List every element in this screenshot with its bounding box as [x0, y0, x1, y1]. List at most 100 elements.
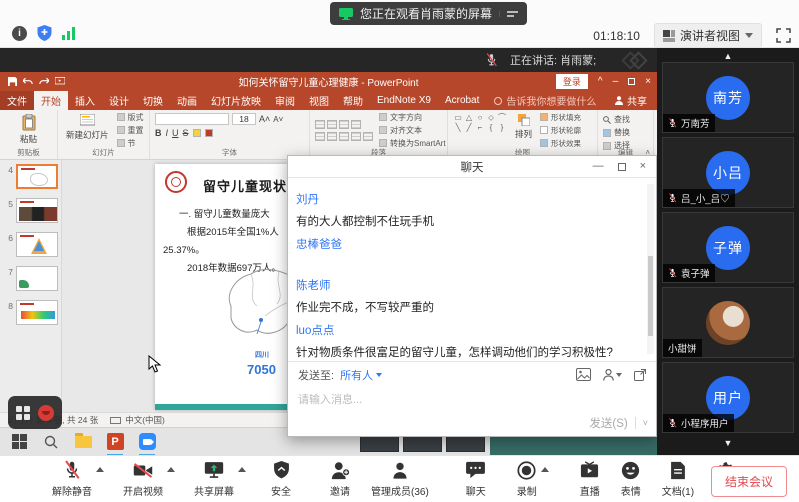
- emoji-button[interactable]: 表情: [621, 460, 641, 498]
- participant-tile[interactable]: 用户 小程序用户: [662, 362, 794, 433]
- chat-button[interactable]: 聊天: [466, 460, 486, 498]
- tab-insert[interactable]: 插入: [68, 91, 102, 110]
- bullets-icon[interactable]: [315, 120, 325, 129]
- send-button[interactable]: 发送(S): [589, 415, 627, 431]
- highlight-color-icon[interactable]: [193, 129, 201, 137]
- italic-button[interactable]: I: [166, 128, 169, 138]
- end-meeting-button[interactable]: 结束会议: [711, 466, 787, 497]
- grow-font-button[interactable]: A˄: [259, 114, 270, 124]
- undo-icon[interactable]: [23, 77, 33, 86]
- indent-increase-icon[interactable]: [351, 120, 361, 129]
- participant-tile[interactable]: 南芳 万南芳: [662, 62, 794, 133]
- taskbar-search-button[interactable]: [42, 433, 60, 451]
- network-signal-icon[interactable]: [62, 27, 75, 40]
- tab-acrobat[interactable]: Acrobat: [438, 91, 486, 110]
- slide-thumbnail[interactable]: 5: [4, 198, 61, 223]
- justify-icon[interactable]: [351, 132, 361, 141]
- replace-button[interactable]: 替换: [603, 127, 648, 138]
- bold-button[interactable]: B: [155, 128, 162, 138]
- close-icon[interactable]: ×: [645, 77, 651, 87]
- align-right-icon[interactable]: [339, 132, 349, 141]
- columns-icon[interactable]: [363, 132, 373, 141]
- restore-icon[interactable]: [628, 78, 635, 85]
- floating-mini-toolbar[interactable]: [8, 396, 62, 429]
- start-video-button[interactable]: 开启视频: [123, 460, 163, 498]
- chat-close-icon[interactable]: ×: [640, 161, 646, 172]
- align-text-button[interactable]: 对齐文本: [379, 125, 446, 136]
- view-mode-selector[interactable]: 演讲者视图: [654, 23, 762, 48]
- language-indicator[interactable]: 中文(中国): [110, 414, 165, 426]
- fullscreen-icon[interactable]: [776, 28, 791, 43]
- save-icon[interactable]: [8, 77, 17, 86]
- send-image-icon[interactable]: [576, 368, 591, 381]
- chat-minimize-icon[interactable]: —: [593, 161, 604, 172]
- tab-file[interactable]: 文件: [0, 91, 34, 110]
- chat-input-area[interactable]: [288, 387, 656, 415]
- align-left-icon[interactable]: [315, 132, 325, 141]
- send-options-icon[interactable]: ˅: [643, 418, 648, 428]
- participant-tile[interactable]: 小甜饼: [662, 287, 794, 358]
- shrink-font-button[interactable]: A˅: [273, 115, 283, 124]
- slideshow-icon[interactable]: [55, 77, 65, 86]
- chat-maximize-icon[interactable]: [618, 163, 626, 171]
- chat-message-list[interactable]: 刘丹 有的大人都控制不住玩手机 忠棒爸爸 陈老师 作业完不成，不写较严重的 lu…: [288, 178, 656, 361]
- participant-tile[interactable]: 子弹 袁子弹: [662, 212, 794, 283]
- shapes-gallery[interactable]: ▭△○⬦⌒ ╲╱⌐{}: [453, 113, 507, 147]
- caret-up-icon[interactable]: [96, 467, 104, 472]
- slide-thumbnail[interactable]: 4: [4, 164, 61, 189]
- invite-button[interactable]: 邀请: [330, 460, 350, 498]
- new-slide-button[interactable]: 新建幻灯片: [63, 113, 112, 147]
- tab-help[interactable]: 帮助: [336, 91, 370, 110]
- text-direction-button[interactable]: 文字方向: [379, 112, 446, 123]
- slide-thumbnail[interactable]: 8: [4, 300, 61, 325]
- tab-endnote[interactable]: EndNote X9: [370, 91, 438, 110]
- tab-animations[interactable]: 动画: [170, 91, 204, 110]
- tab-review[interactable]: 审阅: [268, 91, 302, 110]
- docs-button[interactable]: 文档(1): [662, 460, 694, 498]
- tab-slideshow[interactable]: 幻灯片放映: [204, 91, 268, 110]
- shape-fill-button[interactable]: 形状填充: [540, 112, 581, 123]
- record-button[interactable]: 录制: [517, 460, 537, 498]
- font-name-box[interactable]: [155, 113, 229, 125]
- taskbar-meeting-button[interactable]: [138, 433, 156, 451]
- redo-icon[interactable]: [39, 77, 49, 86]
- strikethrough-button[interactable]: S: [183, 128, 189, 138]
- paste-button[interactable]: 粘贴: [5, 113, 52, 146]
- shield-protect-icon[interactable]: [37, 25, 52, 41]
- ribbon-display-icon[interactable]: ^: [598, 77, 603, 87]
- font-size-box[interactable]: 18: [232, 113, 256, 125]
- scroll-up-icon[interactable]: ▲: [662, 50, 794, 62]
- scroll-down-icon[interactable]: ▼: [662, 437, 794, 449]
- taskbar-powerpoint-button[interactable]: P: [106, 433, 124, 451]
- popout-chat-icon[interactable]: [634, 369, 646, 381]
- chat-input[interactable]: [288, 387, 656, 415]
- chat-scrollbar[interactable]: [647, 184, 654, 354]
- shape-outline-button[interactable]: 形状轮廓: [540, 125, 581, 136]
- meeting-info-icon[interactable]: i: [12, 26, 27, 41]
- slide-thumbnail[interactable]: 7: [4, 266, 61, 291]
- banner-menu-icon[interactable]: [499, 11, 518, 17]
- ppt-share-button[interactable]: 共享: [615, 93, 657, 108]
- minimize-icon[interactable]: –: [613, 77, 619, 87]
- live-stream-button[interactable]: 直播: [580, 460, 600, 498]
- manage-members-button[interactable]: 管理成员(36): [371, 460, 429, 498]
- tab-design[interactable]: 设计: [102, 91, 136, 110]
- layout-button[interactable]: 版式: [117, 112, 144, 123]
- chat-titlebar[interactable]: 聊天 — ×: [288, 156, 656, 178]
- indent-decrease-icon[interactable]: [339, 120, 349, 129]
- taskbar-explorer-button[interactable]: [74, 433, 92, 451]
- underline-button[interactable]: U: [172, 128, 179, 138]
- numbering-icon[interactable]: [327, 120, 337, 129]
- tab-view[interactable]: 视图: [302, 91, 336, 110]
- caret-up-icon[interactable]: [238, 467, 246, 472]
- security-button[interactable]: 安全: [271, 460, 291, 498]
- reset-button[interactable]: 重置: [117, 125, 144, 136]
- slide-thumbnail[interactable]: 6: [4, 232, 61, 257]
- ppt-signin-button[interactable]: 登录: [556, 74, 588, 89]
- find-button[interactable]: 查找: [603, 114, 648, 125]
- mention-member-button[interactable]: [603, 369, 622, 381]
- participant-tile[interactable]: 小吕 吕_小_吕♡: [662, 137, 794, 208]
- font-color-icon[interactable]: [205, 129, 213, 137]
- tab-home[interactable]: 开始: [34, 91, 68, 110]
- align-center-icon[interactable]: [327, 132, 337, 141]
